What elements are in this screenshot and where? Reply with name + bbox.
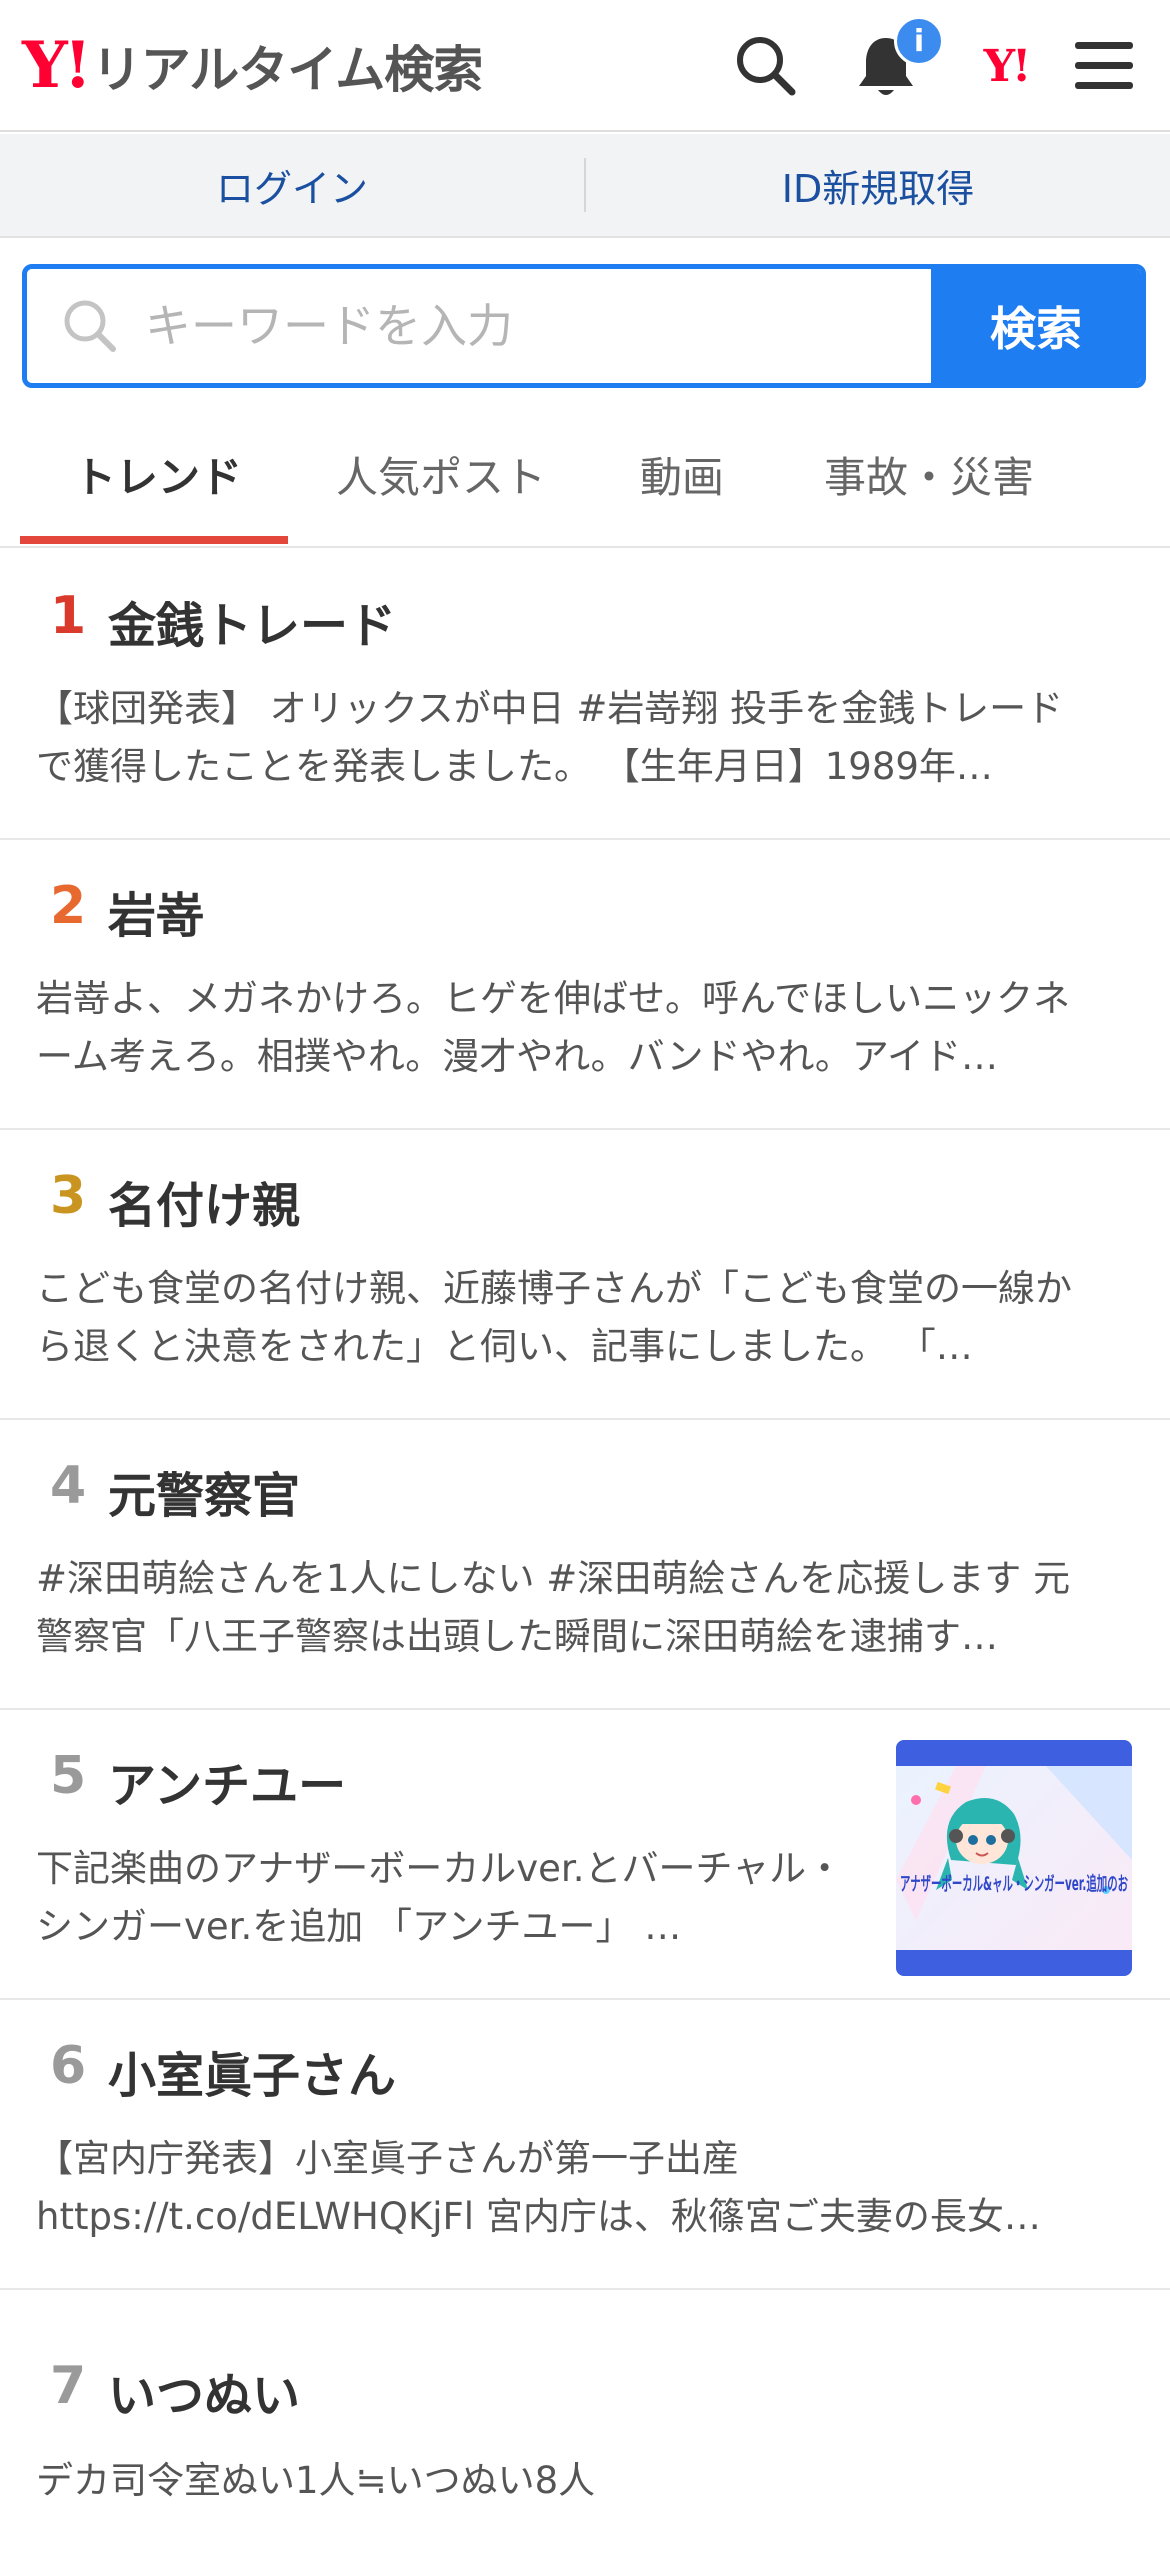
trend-word: 金銭トレード bbox=[108, 598, 397, 654]
yj-mark: Y! bbox=[983, 40, 1032, 92]
trend-rank: 4 bbox=[50, 1456, 87, 1516]
trend-rank: 7 bbox=[50, 2356, 87, 2416]
logo-text: リアルタイム検索 bbox=[91, 41, 483, 99]
trend-description: 【宮内庁発表】小室眞子さんが第一子出産 https://t.co/dELWHQK… bbox=[36, 2137, 1041, 2238]
trend-word: アンチユー bbox=[108, 1758, 347, 1814]
trend-description: 下記楽曲のアナザーボーカルver.とバーチャル・シンガーver.を追加 「アンチ… bbox=[36, 1847, 844, 1948]
trend-item[interactable]: 6 小室眞子さん 【宮内庁発表】小室眞子さんが第一子出産 https://t.c… bbox=[0, 2000, 1170, 2290]
yahoo-japan-icon[interactable]: Y! bbox=[964, 30, 1048, 102]
search-input[interactable] bbox=[125, 269, 931, 383]
search-field-icon bbox=[64, 300, 116, 352]
trend-rank: 3 bbox=[50, 1166, 87, 1226]
tab-popular-posts[interactable]: 人気ポスト bbox=[336, 444, 546, 505]
active-tab-indicator bbox=[20, 536, 288, 544]
yahoo-realtime-logo[interactable]: Y! リアルタイム検索 bbox=[22, 28, 483, 103]
search-button[interactable]: 検索 bbox=[931, 269, 1141, 383]
trend-word: 小室眞子さん bbox=[108, 2048, 397, 2104]
trend-item[interactable]: 5 アンチユー 下記楽曲のアナザーボーカルver.とバーチャル・シンガーver.… bbox=[0, 1710, 1170, 2000]
trend-item[interactable]: 3 名付け親 こども食堂の名付け親、近藤博子さんが「こども食堂の一線から退くと決… bbox=[0, 1130, 1170, 1420]
search-field bbox=[27, 269, 931, 383]
tab-trend[interactable]: トレンド bbox=[74, 444, 242, 505]
trend-rank: 1 bbox=[50, 586, 87, 646]
menu-icon[interactable] bbox=[1068, 30, 1140, 102]
thumbnail-caption: アナザーボーカル&ャル・シンガーver.追加のお bbox=[900, 1872, 1128, 1895]
trend-word: 岩嵜 bbox=[108, 888, 205, 944]
login-link[interactable]: ログイン bbox=[0, 158, 584, 213]
trend-word: いつぬい bbox=[108, 2368, 301, 2424]
notification-badge[interactable]: i bbox=[894, 16, 944, 66]
app-header: Y! リアルタイム検索 i Y! bbox=[0, 0, 1170, 132]
trend-item[interactable]: 7 いつぬい デカ司令室ぬい1人≒いつぬい8人 bbox=[0, 2290, 1170, 2550]
trend-word: 元警察官 bbox=[108, 1468, 301, 1524]
login-bar: ログイン ID新規取得 bbox=[0, 134, 1170, 238]
search-box: 検索 bbox=[22, 264, 1146, 388]
trend-item[interactable]: 1 金銭トレード 【球団発表】 オリックスが中日 #岩嵜翔 投手を金銭トレードで… bbox=[0, 550, 1170, 840]
trend-rank: 6 bbox=[50, 2036, 87, 2096]
search-icon[interactable] bbox=[730, 30, 802, 102]
trend-word: 名付け親 bbox=[108, 1178, 301, 1234]
tab-accidents-disasters[interactable]: 事故・災害 bbox=[824, 444, 1034, 505]
trend-description: 岩嵜よ、メガネかけろ。ヒゲを伸ばせ。呼んでほしいニックネーム考えろ。相撲やれ。漫… bbox=[36, 977, 1071, 1078]
trend-rank: 2 bbox=[50, 876, 87, 936]
tab-videos[interactable]: 動画 bbox=[640, 444, 724, 505]
trend-rank: 5 bbox=[50, 1746, 87, 1806]
trend-description: #深田萌絵さんを1人にしない #深田萌絵さんを応援します 元警察官「八王子警察は… bbox=[36, 1557, 1071, 1658]
trend-item[interactable]: 4 元警察官 #深田萌絵さんを1人にしない #深田萌絵さんを応援します 元警察官… bbox=[0, 1420, 1170, 1710]
trend-item[interactable]: 2 岩嵜 岩嵜よ、メガネかけろ。ヒゲを伸ばせ。呼んでほしいニックネーム考えろ。相… bbox=[0, 840, 1170, 1130]
logo-mark: Y! bbox=[22, 28, 92, 103]
register-link[interactable]: ID新規取得 bbox=[586, 158, 1170, 213]
tab-bar: トレンド 人気ポスト 動画 事故・災害 bbox=[0, 400, 1170, 548]
trend-thumbnail[interactable]: アナザーボーカル&ャル・シンガーver.追加のお bbox=[896, 1740, 1132, 1976]
trend-description: 【球団発表】 オリックスが中日 #岩嵜翔 投手を金銭トレードで獲得したことを発表… bbox=[36, 687, 1064, 788]
trend-description: デカ司令室ぬい1人≒いつぬい8人 bbox=[36, 2459, 596, 2502]
trend-description: こども食堂の名付け親、近藤博子さんが「こども食堂の一線から退くと決意をされた」と… bbox=[36, 1267, 1072, 1368]
